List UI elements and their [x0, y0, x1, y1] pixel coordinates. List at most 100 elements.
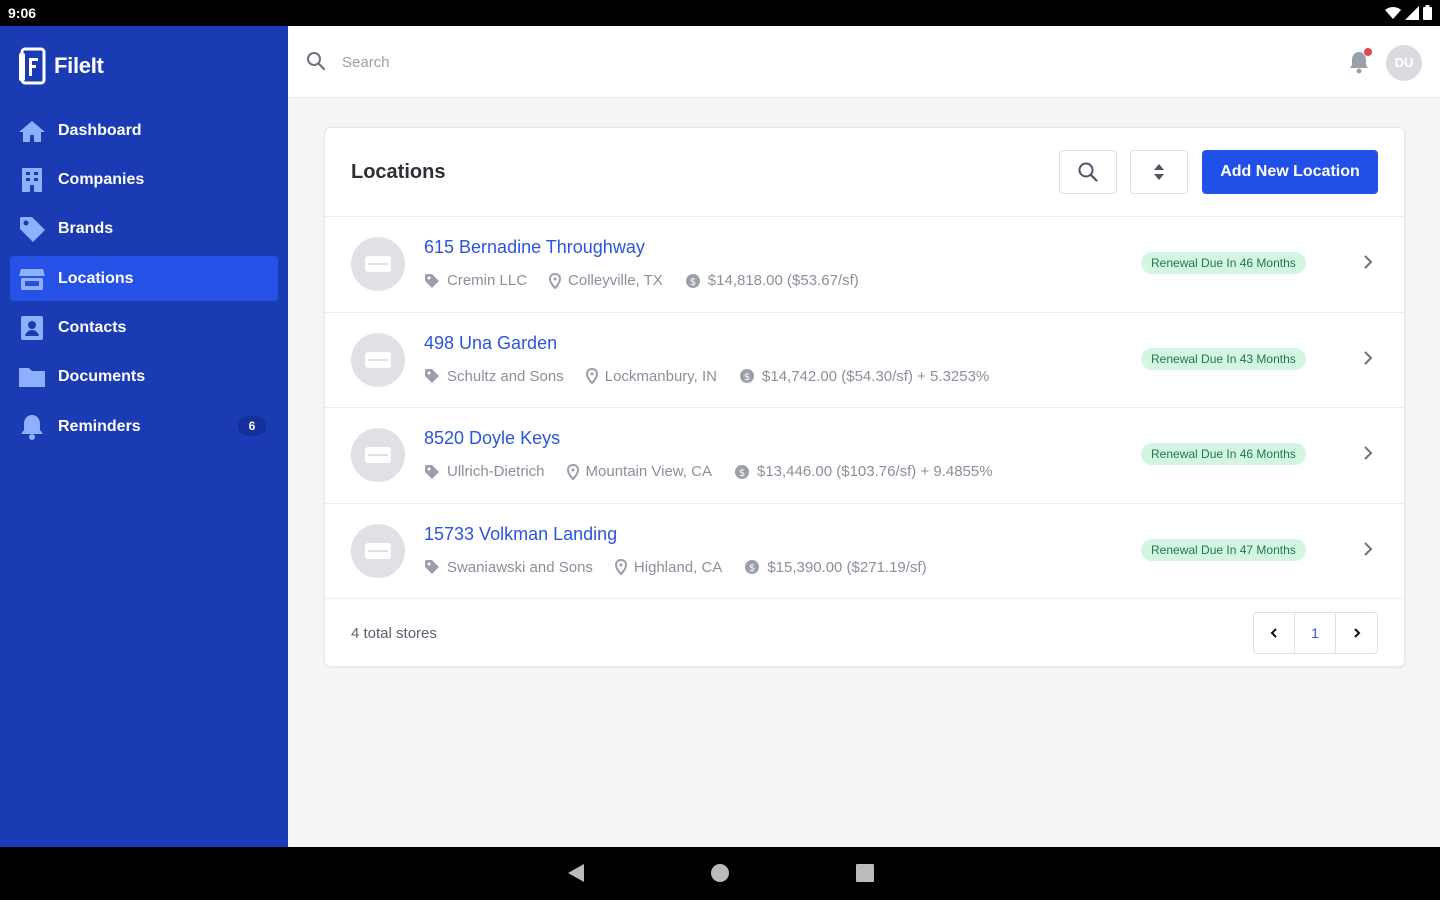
sidebar-item-locations[interactable]: Locations [10, 256, 278, 302]
company-meta: Swaniawski and Sons [424, 559, 593, 576]
company-name: Ullrich-Dietrich [447, 463, 545, 480]
map-pin-icon [585, 368, 598, 384]
store-avatar-icon [351, 237, 405, 291]
sort-icon [1154, 164, 1164, 180]
tag-icon [425, 560, 439, 574]
dollar-circle-icon: $ [734, 464, 749, 479]
company-meta: Schultz and Sons [424, 368, 564, 385]
next-page-button[interactable] [1336, 613, 1377, 653]
recents-square-icon [856, 864, 874, 882]
chevron-right-icon[interactable] [1362, 444, 1374, 467]
pagination: 1 [1253, 612, 1378, 654]
sidebar-item-label: Brands [58, 220, 114, 238]
reminders-count-badge: 6 [238, 416, 266, 437]
notifications-bell-icon[interactable] [1348, 48, 1372, 79]
chevron-right-icon[interactable] [1362, 540, 1374, 563]
sidebar-item-label: Contacts [58, 319, 127, 337]
city-meta: Colleyville, TX [549, 272, 663, 289]
card-footer: 4 total stores 1 [325, 599, 1404, 667]
city-name: Lockmanbury, IN [604, 367, 718, 385]
location-row[interactable]: 615 Bernadine Throughway Cremin LLC Coll… [325, 217, 1404, 313]
location-row[interactable]: 498 Una Garden Schultz and Sons Lockmanb… [325, 313, 1404, 408]
sidebar-item-companies[interactable]: Companies [10, 157, 278, 202]
company-name: Swaniawski and Sons [447, 558, 593, 576]
city-meta: Mountain View, CA [566, 463, 712, 480]
chevron-right-icon[interactable] [1362, 349, 1374, 372]
folder-icon [18, 363, 46, 391]
city-meta: Lockmanbury, IN [585, 367, 718, 385]
bell-icon [18, 413, 46, 441]
user-avatar[interactable]: DU [1386, 45, 1422, 81]
store-avatar-icon [351, 523, 405, 578]
prev-page-button[interactable] [1254, 613, 1295, 653]
sidebar-item-label: Reminders [58, 417, 141, 435]
rent-meta: $ $14,818.00 ($53.67/sf) [685, 272, 859, 289]
sidebar-item-dashboard[interactable]: Dashboard [10, 108, 278, 153]
search-locations-button[interactable] [1059, 150, 1117, 194]
contact-card-icon [18, 314, 46, 342]
dollar-circle-icon: $ [685, 273, 700, 288]
search-icon [1078, 162, 1098, 182]
tag-icon [425, 273, 439, 288]
renewal-badge: Renewal Due In 46 Months [1141, 443, 1306, 465]
app-logo[interactable]: FileIt [18, 46, 104, 86]
search-input[interactable] [342, 48, 742, 76]
sidebar-item-reminders[interactable]: Reminders 6 [10, 404, 278, 449]
page-title: Locations [351, 161, 446, 183]
tag-icon [425, 464, 439, 479]
location-row[interactable]: 15733 Volkman Landing Swaniawski and Son… [325, 504, 1404, 599]
recents-button[interactable] [855, 863, 875, 888]
status-time: 9:06 [8, 5, 37, 21]
sidebar-item-label: Dashboard [58, 121, 142, 139]
map-pin-icon [549, 272, 562, 289]
store-avatar-icon [351, 332, 405, 387]
back-triangle-icon [568, 864, 584, 882]
home-button[interactable] [710, 863, 730, 888]
city-name: Highland, CA [633, 558, 723, 576]
city-meta: Highland, CA [614, 558, 723, 576]
location-row[interactable]: 8520 Doyle Keys Ullrich-Dietrich Mountai… [325, 408, 1404, 504]
location-title-link[interactable]: 615 Bernadine Throughway [424, 237, 645, 258]
fileit-logo-icon [19, 47, 46, 85]
rent-value: $14,742.00 ($54.30/sf) + 5.3253% [762, 367, 990, 385]
svg-text:$: $ [690, 277, 696, 288]
chevron-left-icon [1270, 628, 1277, 638]
status-icons [1385, 5, 1432, 20]
dollar-circle-icon: $ [740, 369, 755, 383]
rent-meta: $ $15,390.00 ($271.19/sf) [744, 558, 927, 576]
company-name: Cremin LLC [447, 272, 528, 289]
tag-icon [18, 215, 46, 243]
home-icon [18, 117, 46, 145]
back-button[interactable] [566, 863, 586, 888]
map-pin-icon [614, 559, 627, 575]
sidebar-item-brands[interactable]: Brands [10, 207, 278, 252]
add-new-location-button[interactable]: Add New Location [1202, 150, 1378, 194]
svg-text:$: $ [744, 372, 750, 383]
location-meta: Ullrich-Dietrich Mountain View, CA $ $13… [424, 463, 1015, 480]
location-title-link[interactable]: 15733 Volkman Landing [424, 524, 617, 545]
sort-button[interactable] [1130, 150, 1188, 194]
sidebar-item-label: Documents [58, 368, 146, 386]
svg-text:$: $ [749, 563, 755, 574]
rent-value: $15,390.00 ($271.19/sf) [767, 558, 927, 576]
location-title-link[interactable]: 498 Una Garden [424, 333, 557, 354]
location-title-link[interactable]: 8520 Doyle Keys [424, 428, 560, 449]
company-meta: Cremin LLC [424, 272, 527, 289]
search-icon [306, 51, 326, 76]
location-meta: Swaniawski and Sons Highland, CA $ $15,3… [424, 559, 949, 576]
home-circle-icon [711, 864, 729, 882]
svg-text:$: $ [739, 468, 745, 479]
company-meta: Ullrich-Dietrich [424, 463, 545, 480]
battery-icon [1423, 5, 1432, 20]
chevron-right-icon[interactable] [1362, 253, 1374, 276]
sidebar-item-documents[interactable]: Documents [10, 355, 278, 400]
rent-value: $13,446.00 ($103.76/sf) + 9.4855% [756, 463, 993, 480]
sidebar-nav: Dashboard Companies Brands Locations Con… [10, 108, 278, 454]
renewal-badge: Renewal Due In 47 Months [1141, 538, 1306, 561]
location-meta: Cremin LLC Colleyville, TX $ $14,818.00 … [424, 272, 881, 289]
page-number-button[interactable]: 1 [1295, 613, 1336, 653]
sidebar-item-contacts[interactable]: Contacts [10, 306, 278, 351]
rent-meta: $ $14,742.00 ($54.30/sf) + 5.3253% [739, 368, 989, 385]
map-pin-icon [566, 463, 579, 480]
location-meta: Schultz and Sons Lockmanbury, IN $ $14,7… [424, 368, 1011, 385]
